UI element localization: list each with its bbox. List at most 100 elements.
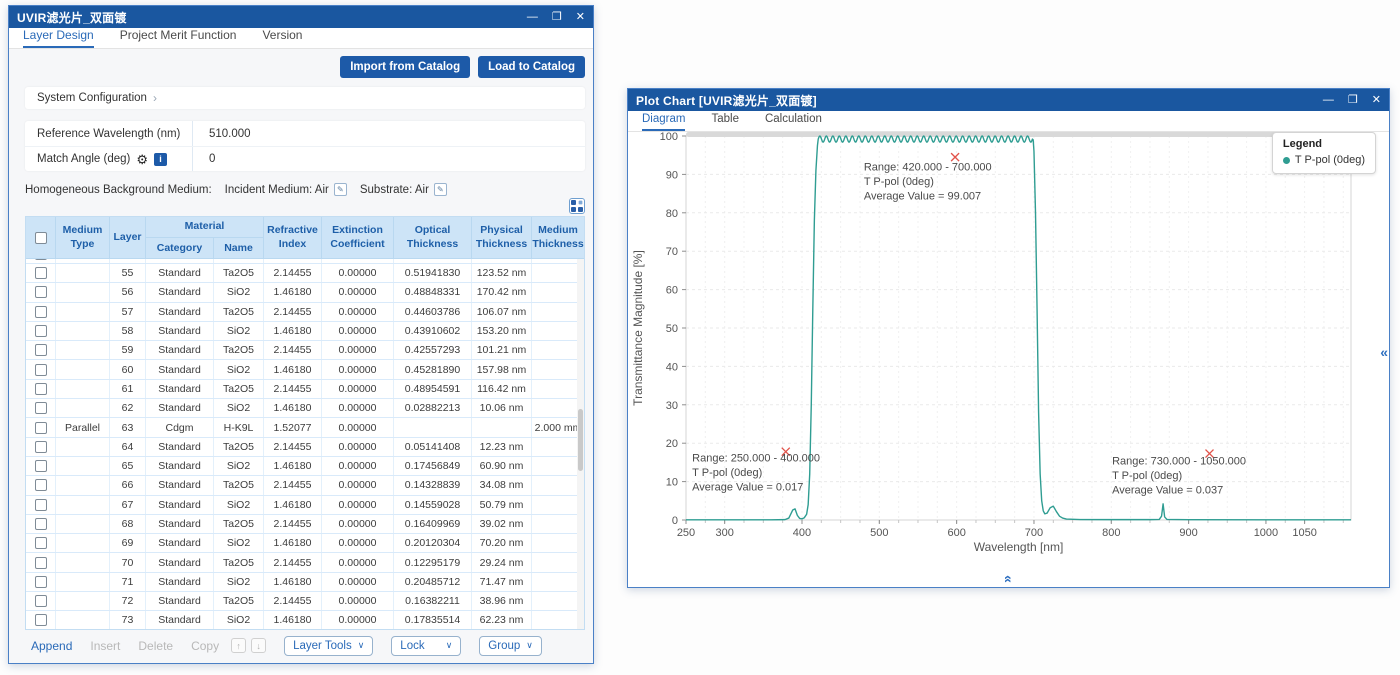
row-checkbox[interactable] (35, 383, 47, 395)
svg-text:Average Value = 0.017: Average Value = 0.017 (692, 482, 803, 494)
svg-text:Wavelength [nm]: Wavelength [nm] (974, 540, 1064, 554)
header-physical-thickness: PhysicalThickness (472, 217, 532, 259)
row-checkbox[interactable] (35, 422, 47, 434)
chart-legend: Legend T P-pol (0deg) (1272, 132, 1376, 174)
row-checkbox[interactable] (35, 267, 47, 279)
row-checkbox[interactable] (35, 344, 47, 356)
append-button[interactable]: Append (31, 639, 72, 653)
down-arrow-icon: ↓ (256, 641, 261, 651)
tab-version[interactable]: Version (262, 28, 302, 48)
right-tabbar: Diagram Table Calculation (628, 111, 1389, 132)
right-titlebar[interactable]: Plot Chart [UVIR滤光片_双面镀] — ❐ ✕ (628, 89, 1389, 111)
match-angle-value[interactable]: 0 (193, 153, 215, 165)
chevron-down-icon: ∨ (526, 640, 533, 651)
cell-category: Standard (146, 611, 214, 629)
cell-category: Cdgm (146, 418, 214, 436)
cell-extinction: 0.00000 (322, 259, 394, 263)
info-icon[interactable]: i (154, 153, 167, 166)
reference-wavelength-value[interactable]: 510.000 (193, 128, 251, 140)
cell-refractive: 2.14455 (264, 264, 322, 282)
select-all-checkbox[interactable] (35, 232, 47, 244)
minimize-icon[interactable]: — (527, 12, 538, 23)
cell-category: Standard (146, 380, 214, 398)
cell-extinction: 0.00000 (322, 611, 394, 629)
delete-button[interactable]: Delete (138, 639, 173, 653)
import-from-catalog-button[interactable]: Import from Catalog (340, 56, 470, 78)
row-checkbox[interactable] (35, 518, 47, 530)
collapse-panel-icon[interactable]: « (1380, 345, 1388, 359)
table-row: 71StandardSiO21.461800.000000.2048571271… (26, 573, 584, 592)
row-checkbox[interactable] (35, 460, 47, 472)
row-checkbox[interactable] (35, 306, 47, 318)
row-checkbox[interactable] (35, 557, 47, 569)
row-checkbox[interactable] (35, 479, 47, 491)
maximize-icon[interactable]: ❐ (552, 12, 562, 23)
tab-layer-design[interactable]: Layer Design (23, 28, 94, 48)
cell-layer: 61 (110, 380, 146, 398)
row-checkbox[interactable] (35, 576, 47, 588)
row-checkbox[interactable] (35, 595, 47, 607)
tab-diagram[interactable]: Diagram (642, 113, 685, 131)
table-layout-icon[interactable] (569, 198, 585, 214)
cell-physical: 60.90 nm (472, 457, 532, 475)
cell-category: Standard (146, 534, 214, 552)
table-row: 70StandardTa2O52.144550.000000.122951792… (26, 553, 584, 572)
move-down-button[interactable]: ↓ (251, 638, 266, 653)
gear-icon[interactable]: ⚙ (136, 153, 148, 166)
cell-optical (394, 418, 472, 436)
cell-category: Standard (146, 264, 214, 282)
expand-bottom-icon[interactable]: « (1002, 575, 1016, 583)
cell-refractive: 1.46180 (264, 322, 322, 340)
table-row: 58StandardSiO21.461800.000000.4391060215… (26, 322, 584, 341)
row-checkbox[interactable] (35, 325, 47, 337)
row-checkbox[interactable] (35, 441, 47, 453)
cell-optical (394, 259, 472, 263)
left-titlebar[interactable]: UVIR滤光片_双面镀 — ❐ ✕ (9, 6, 593, 28)
cell-refractive: 1.52077 (264, 418, 322, 436)
cell-layer: 69 (110, 534, 146, 552)
cell-optical: 0.48954591 (394, 380, 472, 398)
table-scrollbar-thumb[interactable] (578, 409, 583, 471)
insert-button[interactable]: Insert (90, 639, 120, 653)
edit-icon[interactable]: ✎ (434, 183, 447, 196)
svg-text:T P-pol (0deg): T P-pol (0deg) (1112, 470, 1182, 482)
transmittance-chart: 0102030405060708090100250300400500600700… (628, 132, 1387, 567)
row-checkbox[interactable] (35, 286, 47, 298)
lock-dropdown[interactable]: Lock∨ (391, 636, 461, 656)
close-icon[interactable]: ✕ (576, 12, 585, 23)
layer-tools-dropdown[interactable]: Layer Tools∨ (284, 636, 373, 656)
row-checkbox[interactable] (35, 499, 47, 511)
edit-icon[interactable]: ✎ (334, 183, 347, 196)
cell-refractive: 1.46180 (264, 399, 322, 417)
row-checkbox[interactable] (35, 402, 47, 414)
substrate-label: Substrate: Air (360, 184, 429, 196)
cell-layer: 70 (110, 553, 146, 571)
table-scrollbar[interactable] (577, 259, 584, 629)
row-checkbox[interactable] (35, 259, 47, 260)
load-to-catalog-button[interactable]: Load to Catalog (478, 56, 585, 78)
maximize-icon[interactable]: ❐ (1348, 95, 1358, 106)
cell-name: SiO2 (214, 534, 264, 552)
row-checkbox[interactable] (35, 537, 47, 549)
tab-calculation[interactable]: Calculation (765, 113, 822, 131)
table-row: 67StandardSiO21.461800.000000.1455902850… (26, 496, 584, 515)
table-row: 57StandardTa2O52.144550.000000.446037861… (26, 303, 584, 322)
svg-text:0: 0 (672, 515, 678, 527)
cell-category: Standard (146, 438, 214, 456)
chevron-down-icon: ∨ (446, 640, 453, 651)
cell-category: Standard (146, 553, 214, 571)
close-icon[interactable]: ✕ (1372, 95, 1381, 106)
minimize-icon[interactable]: — (1323, 95, 1334, 106)
row-checkbox[interactable] (35, 364, 47, 376)
cell-category: Standard (146, 592, 214, 610)
tab-project-merit-function[interactable]: Project Merit Function (120, 28, 237, 48)
tab-table[interactable]: Table (711, 113, 739, 131)
cell-name: SiO2 (214, 259, 264, 263)
copy-button[interactable]: Copy (191, 639, 219, 653)
row-checkbox[interactable] (35, 614, 47, 626)
group-dropdown[interactable]: Group∨ (479, 636, 542, 656)
cell-category: Standard (146, 259, 214, 263)
system-configuration-header[interactable]: System Configuration › (25, 87, 585, 109)
move-up-button[interactable]: ↑ (231, 638, 246, 653)
cell-refractive: 2.14455 (264, 303, 322, 321)
